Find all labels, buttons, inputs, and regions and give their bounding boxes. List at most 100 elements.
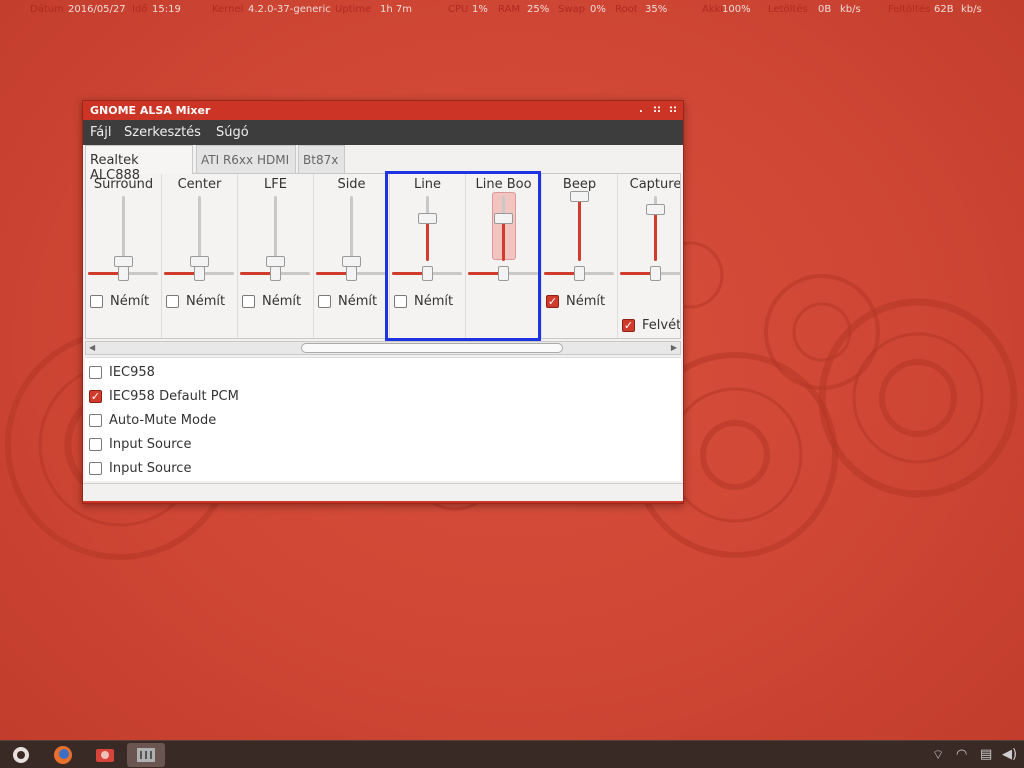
channels-scrollbar[interactable]: ◀ ▶ xyxy=(85,341,681,355)
switch-checkbox[interactable]: ✓ xyxy=(89,390,102,403)
mute-checkbox[interactable] xyxy=(90,295,103,308)
channel-strip: Surround Némít xyxy=(86,174,162,338)
upload-value: 62B xyxy=(934,4,954,15)
maximize-button[interactable]: :: xyxy=(653,104,661,115)
mute-checkbox[interactable]: ✓ xyxy=(546,295,559,308)
balance-slider[interactable] xyxy=(316,266,386,281)
balance-knob[interactable] xyxy=(270,266,281,281)
balance-knob[interactable] xyxy=(650,266,661,281)
kernel-label: Kernel xyxy=(212,4,244,15)
scroll-right-icon[interactable]: ▶ xyxy=(671,343,677,352)
firefox-icon[interactable] xyxy=(44,743,82,767)
keyboard-icon[interactable]: ▤ xyxy=(980,747,992,762)
menu-edit[interactable]: Szerkesztés xyxy=(124,125,201,140)
ram-value: 25% xyxy=(527,4,550,15)
ram-label: RAM xyxy=(498,4,521,15)
menu-help[interactable]: Súgó xyxy=(216,125,249,140)
channel-strip: Center Némít xyxy=(162,174,238,338)
battery-value: 100% xyxy=(722,4,751,15)
volume-slider-knob[interactable] xyxy=(570,191,589,202)
tab-ati-hdmi[interactable]: ATI R6xx HDMI xyxy=(196,145,296,173)
disk-label: Root xyxy=(615,4,638,15)
switch-checkbox[interactable] xyxy=(89,462,102,475)
scrollbar-thumb[interactable] xyxy=(301,343,563,353)
balance-slider[interactable] xyxy=(164,266,234,281)
mute-label: Némít xyxy=(566,294,606,309)
channels-panel: Surround Némít Center Némít LFE Némít Side Némí… xyxy=(85,173,681,339)
mute-label: Némít xyxy=(338,294,378,309)
switch-label: Auto-Mute Mode xyxy=(109,413,217,428)
date-label: Dátum xyxy=(30,4,64,15)
switch-checkbox[interactable] xyxy=(89,414,102,427)
taskbar: ⌔ ◠ ▤ ◀) xyxy=(0,740,1024,768)
mute-checkbox[interactable] xyxy=(242,295,255,308)
tab-realtek[interactable]: Realtek ALC888 xyxy=(85,145,193,183)
status-topbar: Dátum 2016/05/27 Idő 15:19 Kernel 4.2.0-… xyxy=(0,0,1024,20)
volume-track[interactable] xyxy=(198,196,201,261)
volume-level xyxy=(654,209,657,261)
channel-name: Beep xyxy=(562,177,597,192)
menu-file[interactable]: Fájl xyxy=(90,125,111,140)
uptime-label: Uptime xyxy=(335,4,372,15)
wifi-icon[interactable]: ◠ xyxy=(956,747,967,762)
channel-name: LFE xyxy=(264,177,287,192)
capture-label: Felvéte xyxy=(642,318,681,333)
channel-strip: LFE Némít xyxy=(238,174,314,338)
network-icon[interactable]: ⌔ xyxy=(932,747,944,763)
selection-highlight xyxy=(385,171,541,341)
window-body: Realtek ALC888 ATI R6xx HDMI Bt87x Surro… xyxy=(83,145,683,501)
switch-label: IEC958 xyxy=(109,365,155,380)
volume-slider-knob[interactable] xyxy=(646,204,665,215)
switches-list: IEC958 ✓ IEC958 Default PCM Auto-Mute Mode I… xyxy=(85,357,681,481)
statusbar xyxy=(83,483,683,501)
channel-strip: Capture ✓ Felvéte xyxy=(618,174,681,338)
date-value: 2016/05/27 xyxy=(68,4,126,15)
balance-knob[interactable] xyxy=(118,266,129,281)
switch-label: IEC958 Default PCM xyxy=(109,389,239,404)
download-label: Letöltés xyxy=(768,4,808,15)
swap-label: Swap xyxy=(558,4,586,15)
balance-slider[interactable] xyxy=(240,266,310,281)
channel-name: Capture xyxy=(629,177,681,192)
ubuntu-logo-icon[interactable] xyxy=(2,743,40,767)
window-title: GNOME ALSA Mixer xyxy=(90,104,211,117)
window-titlebar[interactable]: GNOME ALSA Mixer . :: :: xyxy=(83,101,683,120)
channel-strip: Beep ✓ Némít xyxy=(542,174,618,338)
volume-track[interactable] xyxy=(274,196,277,261)
balance-knob[interactable] xyxy=(346,266,357,281)
close-button[interactable]: :: xyxy=(669,104,677,115)
channel-strip: Side Némít xyxy=(314,174,390,338)
upload-label: Feltöltés xyxy=(888,4,931,15)
volume-track[interactable] xyxy=(122,196,125,261)
scroll-left-icon[interactable]: ◀ xyxy=(89,343,95,352)
balance-slider[interactable] xyxy=(88,266,158,281)
mute-label: Némít xyxy=(262,294,302,309)
time-value: 15:19 xyxy=(152,4,181,15)
switch-label: Input Source xyxy=(109,461,192,476)
uptime-value: 1h 7m xyxy=(380,4,412,15)
upload-unit: kb/s xyxy=(961,4,982,15)
photos-icon[interactable] xyxy=(86,743,124,767)
switch-checkbox[interactable] xyxy=(89,366,102,379)
minimize-button[interactable]: . xyxy=(639,104,643,115)
switch-label: Input Source xyxy=(109,437,192,452)
volume-track[interactable] xyxy=(350,196,353,261)
capture-checkbox[interactable]: ✓ xyxy=(622,319,635,332)
kernel-value: 4.2.0-37-generic xyxy=(248,4,331,15)
balance-slider[interactable] xyxy=(620,266,680,281)
tab-bt87x[interactable]: Bt87x xyxy=(298,145,345,173)
balance-slider[interactable] xyxy=(544,266,614,281)
volume-icon[interactable]: ◀) xyxy=(1002,747,1017,762)
disk-value: 35% xyxy=(645,4,668,15)
balance-knob[interactable] xyxy=(194,266,205,281)
mute-checkbox[interactable] xyxy=(166,295,179,308)
balance-knob[interactable] xyxy=(574,266,585,281)
mixer-icon[interactable] xyxy=(127,743,165,767)
time-label: Idő xyxy=(132,4,148,15)
download-unit: kb/s xyxy=(840,4,861,15)
channel-name: Side xyxy=(337,177,366,192)
alsa-mixer-window: GNOME ALSA Mixer . :: :: Fájl Szerkeszté… xyxy=(82,100,684,504)
switch-checkbox[interactable] xyxy=(89,438,102,451)
mute-checkbox[interactable] xyxy=(318,295,331,308)
swap-value: 0% xyxy=(590,4,606,15)
